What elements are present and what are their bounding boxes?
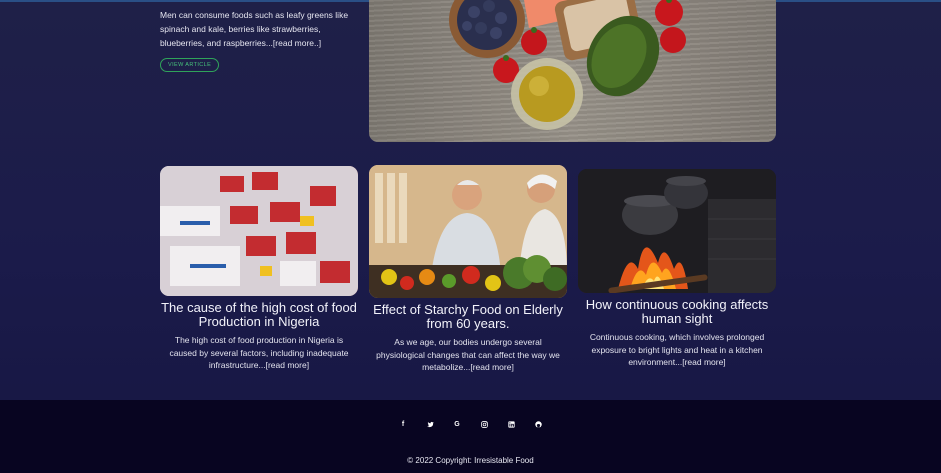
read-more-link[interactable]: [read more] bbox=[470, 362, 513, 372]
elderly-couple-illustration bbox=[369, 165, 567, 298]
food-market-illustration bbox=[160, 166, 358, 296]
google-icon[interactable]: G bbox=[444, 418, 471, 430]
copyright-text: © 2022 Copyright: Irresistable Food bbox=[407, 456, 534, 465]
article-image-cooking-fire[interactable] bbox=[578, 169, 776, 293]
article-card[interactable]: The cause of the high cost of food Produ… bbox=[160, 166, 358, 372]
view-article-button[interactable]: VIEW ARTICLE bbox=[160, 58, 220, 72]
article-image-elderly-couple[interactable] bbox=[369, 165, 567, 298]
github-icon-glyph bbox=[534, 420, 542, 428]
article-card[interactable]: How continuous cooking affects human sig… bbox=[578, 169, 776, 369]
article-excerpt: As we age, our bodies undergo several ph… bbox=[373, 336, 563, 374]
read-more-link[interactable]: [read more] bbox=[682, 357, 725, 367]
article-excerpt: The high cost of food production in Nige… bbox=[164, 334, 354, 372]
article-excerpt-text: Continuous cooking, which involves prolo… bbox=[589, 332, 765, 367]
article-card[interactable]: Effect of Starchy Food on Elderly from 6… bbox=[369, 165, 567, 374]
featured-excerpt: Men can consume foods such as leafy gree… bbox=[160, 8, 360, 50]
featured-food-illustration bbox=[449, 0, 686, 130]
linkedin-icon[interactable] bbox=[498, 418, 525, 430]
featured-food-image[interactable] bbox=[369, 0, 776, 142]
article-image-food-market[interactable] bbox=[160, 166, 358, 296]
linkedin-icon-glyph bbox=[507, 420, 515, 428]
featured-read-more-link[interactable]: [read more..] bbox=[273, 38, 321, 48]
social-links: f G bbox=[0, 418, 941, 430]
article-title[interactable]: Effect of Starchy Food on Elderly from 6… bbox=[369, 303, 567, 331]
cooking-fire-illustration bbox=[578, 169, 776, 293]
read-more-link[interactable]: [read more] bbox=[266, 360, 309, 370]
article-title[interactable]: How continuous cooking affects human sig… bbox=[578, 298, 776, 326]
instagram-icon-glyph bbox=[480, 420, 488, 428]
twitter-icon-glyph bbox=[426, 421, 434, 427]
featured-article: Men can consume foods such as leafy gree… bbox=[160, 8, 360, 72]
article-excerpt-text: As we age, our bodies undergo several ph… bbox=[376, 337, 560, 372]
github-icon[interactable] bbox=[525, 418, 552, 430]
facebook-icon[interactable]: f bbox=[390, 418, 417, 430]
article-excerpt-text: The high cost of food production in Nige… bbox=[169, 335, 349, 370]
article-excerpt: Continuous cooking, which involves prolo… bbox=[582, 331, 772, 369]
site-footer: f G © 2022 Copyright: Irresistable Food bbox=[0, 400, 941, 473]
article-title[interactable]: The cause of the high cost of food Produ… bbox=[160, 301, 358, 329]
twitter-icon[interactable] bbox=[417, 418, 444, 430]
instagram-icon[interactable] bbox=[471, 418, 498, 430]
